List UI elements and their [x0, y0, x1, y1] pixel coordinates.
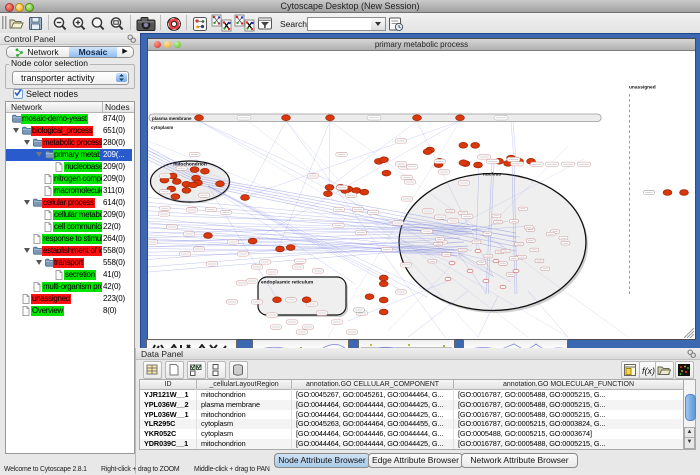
svg-text:f(x): f(x): [642, 366, 655, 376]
svg-text:unassigned: unassigned: [629, 85, 656, 91]
svg-text:nucleus: nucleus: [483, 172, 501, 178]
svg-text:cytoplasm: cytoplasm: [151, 125, 173, 130]
svg-text:endoplasmic reticulum: endoplasmic reticulum: [261, 280, 313, 286]
svg-text:plasma membrane: plasma membrane: [152, 116, 192, 121]
